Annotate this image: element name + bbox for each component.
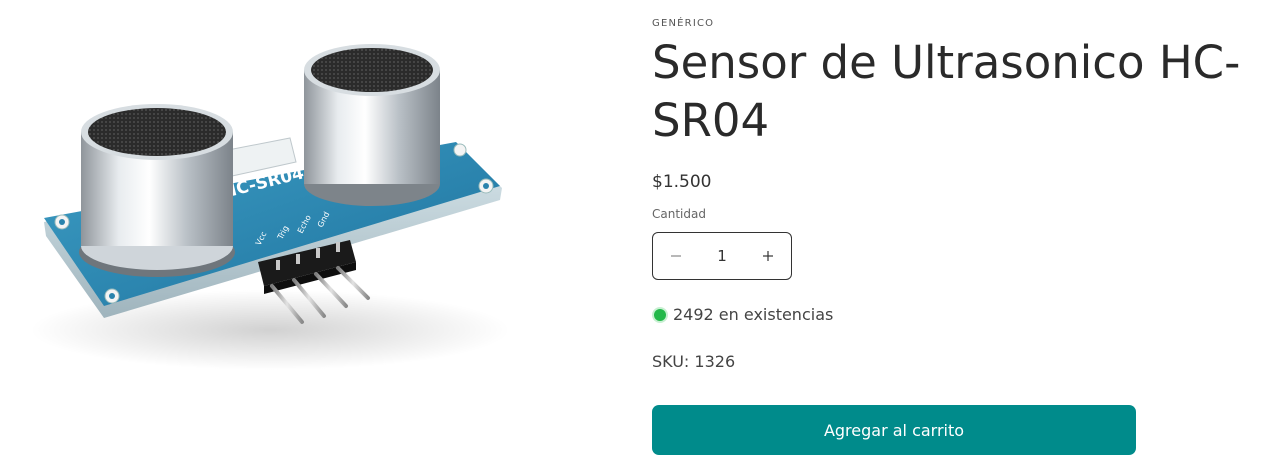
quantity-increase-button[interactable] bbox=[745, 233, 791, 279]
plus-icon bbox=[763, 251, 773, 261]
product-title: Sensor de Ultrasonico HC-SR04 bbox=[652, 36, 1241, 147]
transducer-right bbox=[304, 44, 440, 206]
product-info: GENÉRICO Sensor de Ultrasonico HC-SR04 $… bbox=[652, 0, 1252, 475]
quantity-label: Cantidad bbox=[652, 207, 706, 221]
stock-status: 2492 en existencias bbox=[652, 305, 833, 324]
add-to-cart-button[interactable]: Agregar al carrito bbox=[652, 405, 1136, 455]
stock-text: 2492 en existencias bbox=[673, 305, 834, 324]
product-sku: SKU: 1326 bbox=[652, 352, 736, 371]
product-price: $1.500 bbox=[652, 172, 712, 192]
stock-indicator-icon bbox=[654, 308, 666, 321]
quantity-stepper: 1 bbox=[652, 232, 792, 280]
product-image[interactable]: HC-SR04 Vcc Trig Echo Gnd bbox=[0, 0, 560, 475]
minus-icon bbox=[671, 255, 681, 257]
transducer-left bbox=[79, 104, 235, 277]
product-media: HC-SR04 Vcc Trig Echo Gnd bbox=[0, 0, 560, 475]
quantity-decrease-button[interactable] bbox=[653, 233, 699, 279]
quantity-input[interactable]: 1 bbox=[699, 247, 745, 265]
product-vendor: GENÉRICO bbox=[652, 18, 715, 29]
